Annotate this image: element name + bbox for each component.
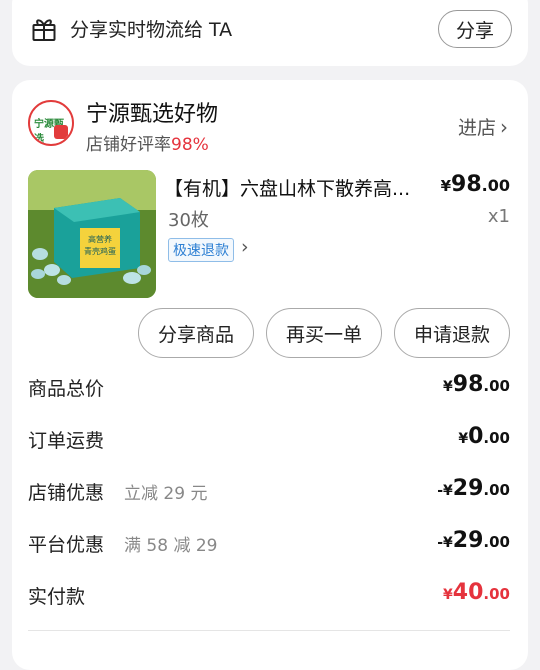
product-price: ¥98.00 (440, 172, 510, 197)
chevron-right-icon: › (500, 115, 508, 139)
share-logistics-text: 分享实时物流给 TA (70, 19, 233, 41)
paid-label: 实付款 (28, 586, 86, 608)
platform-discount-label: 平台优惠 (28, 534, 105, 556)
summary-total-row: 商品总价 ¥98.00 (28, 372, 510, 404)
enter-shop-label: 进店 (457, 117, 496, 139)
product-spec: 30枚 (168, 210, 209, 231)
product-image[interactable]: 高营养 青壳鸡蛋 (28, 170, 156, 298)
box-text-1: 高营养 (88, 234, 112, 244)
shop-discount-value: -¥29.00 (437, 476, 510, 501)
platform-discount-value: -¥29.00 (437, 528, 510, 553)
summary-shop-discount-row: 店铺优惠 立减 29 元 -¥29.00 (28, 476, 510, 508)
share-logistics-card: 分享实时物流给 TA 分享 (12, 0, 528, 66)
divider (28, 630, 510, 631)
shop-logo[interactable]: 宁源甄选 (28, 100, 74, 146)
share-product-button[interactable]: 分享商品 (138, 308, 254, 358)
buy-again-button[interactable]: 再买一单 (266, 308, 382, 358)
gift-icon (32, 19, 56, 41)
product-title[interactable]: 【有机】六盘山林下散养高... (164, 174, 414, 201)
summary-platform-discount-row: 平台优惠 满 58 减 29 -¥29.00 (28, 528, 510, 560)
enter-shop-link[interactable]: 进店 › (458, 113, 508, 140)
summary-paid-row: 实付款 ¥40.00 (28, 580, 510, 612)
shipping-value: ¥0.00 (458, 424, 510, 449)
shop-name[interactable]: 宁源甄选好物 (86, 96, 218, 128)
total-value: ¥98.00 (443, 372, 510, 397)
total-label: 商品总价 (28, 378, 105, 400)
box-text-2: 青壳鸡蛋 (84, 246, 116, 256)
summary-shipping-row: 订单运费 ¥0.00 (28, 424, 510, 456)
order-card: 宁源甄选 宁源甄选好物 店铺好评率98% 进店 › 高营养 青壳鸡蛋 【有机】六盘… (12, 80, 528, 670)
share-button[interactable]: 分享 (438, 10, 512, 48)
fast-refund-tag[interactable]: 极速退款 (168, 238, 234, 262)
request-refund-button[interactable]: 申请退款 (394, 308, 510, 358)
shop-rating: 店铺好评率98% (86, 130, 209, 155)
product-quantity: x1 (487, 206, 510, 227)
chevron-right-icon[interactable]: › (241, 236, 249, 258)
shop-rating-value: 98% (171, 135, 209, 155)
chart-icon (54, 125, 68, 139)
shop-discount-detail: 立减 29 元 (124, 484, 208, 504)
shipping-label: 订单运费 (28, 430, 105, 452)
paid-value: ¥40.00 (443, 580, 510, 605)
platform-discount-detail: 满 58 减 29 (124, 536, 218, 556)
shop-discount-label: 店铺优惠 (28, 482, 105, 504)
shop-rating-label: 店铺好评率 (86, 135, 171, 155)
